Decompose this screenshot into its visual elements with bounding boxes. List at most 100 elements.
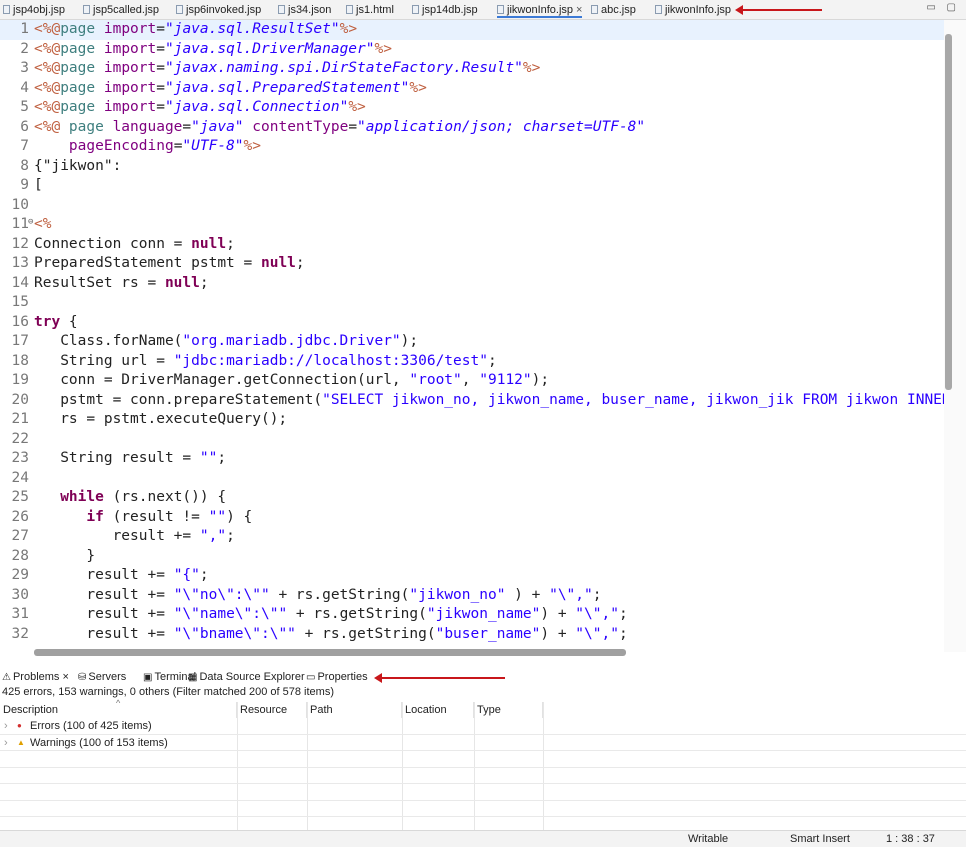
annotation-arrow-views: [374, 673, 505, 683]
file-icon: [278, 5, 285, 14]
column-header[interactable]: Location: [402, 702, 474, 718]
editor-tab[interactable]: jsp6invoked.jsp: [176, 3, 261, 17]
code-line[interactable]: 15: [0, 293, 944, 313]
code-line[interactable]: 30 result += "\"no\":\"" + rs.getString(…: [0, 586, 944, 606]
code-line[interactable]: 28 }: [0, 547, 944, 567]
editor-tab[interactable]: jikwonInfo.jsp: [655, 3, 731, 17]
code-line[interactable]: 12 Connection conn = null;: [0, 235, 944, 255]
line-number: 28: [11, 547, 29, 564]
editor-tab[interactable]: jsp5called.jsp: [83, 3, 159, 17]
editor-tab[interactable]: js1.html: [346, 3, 394, 17]
code-text: ResultSet rs = null;: [34, 274, 209, 294]
editor-tab[interactable]: jikwonInfo.jsp ×: [497, 3, 583, 18]
column-header[interactable]: Path: [307, 702, 402, 718]
code-line[interactable]: 17 Class.forName("org.mariadb.jdbc.Drive…: [0, 332, 944, 352]
table-row[interactable]: › ● Errors (100 of 425 items): [0, 718, 966, 735]
code-line[interactable]: 31 result += "\"name\":\"" + rs.getStrin…: [0, 605, 944, 625]
close-icon[interactable]: ×: [62, 671, 68, 683]
view-tab[interactable]: ⚠ Problems ×: [2, 669, 69, 686]
code-line[interactable]: 24: [0, 469, 944, 489]
code-line[interactable]: 13 PreparedStatement pstmt = null;: [0, 254, 944, 274]
code-line[interactable]: 19 conn = DriverManager.getConnection(ur…: [0, 371, 944, 391]
code-line[interactable]: 3 <%@page import="javax.naming.spi.DirSta…: [0, 59, 944, 79]
line-number: 26: [11, 508, 29, 525]
editor-tab[interactable]: jsp14db.jsp: [412, 3, 478, 17]
code-line[interactable]: 20 pstmt = conn.prepareStatement("SELECT…: [0, 391, 944, 411]
servers-icon: ⛁: [78, 672, 87, 683]
code-line[interactable]: 29 result += "{";: [0, 566, 944, 586]
code-line[interactable]: 22: [0, 430, 944, 450]
file-icon: [591, 5, 598, 14]
code-text: <%@page import="java.sql.PreparedStateme…: [34, 79, 427, 99]
editor-vertical-scrollbar[interactable]: [944, 20, 966, 652]
expand-chevron-icon[interactable]: ›: [4, 718, 8, 734]
code-line[interactable]: 25 while (rs.next()) {: [0, 488, 944, 508]
close-icon[interactable]: ×: [576, 4, 582, 16]
view-tab[interactable]: ▭ Properties: [306, 669, 368, 686]
terminal-icon: ▣: [143, 672, 153, 683]
view-tab[interactable]: ⛁ Servers: [78, 669, 126, 686]
code-line[interactable]: 14 ResultSet rs = null;: [0, 274, 944, 294]
sort-indicator-icon: ^: [116, 698, 121, 708]
code-token: contentType: [252, 118, 349, 135]
code-text: Class.forName("org.mariadb.jdbc.Driver")…: [34, 332, 418, 352]
code-token: <%@: [34, 21, 61, 37]
row-label: Errors (100 of 425 items): [30, 720, 152, 732]
code-line[interactable]: 7 pageEncoding="UTF-8"%>: [0, 137, 944, 157]
editor-horizontal-scrollbar[interactable]: [34, 649, 626, 656]
line-number: 19: [11, 372, 29, 388]
code-line[interactable]: 11 ⊖ <%: [0, 215, 944, 235]
fold-icon[interactable]: ⊖: [28, 213, 33, 233]
code-line[interactable]: 8 {"jikwon":: [0, 157, 944, 177]
line-number: 13: [11, 255, 29, 271]
code-line[interactable]: 5 <%@page import="java.sql.Connection"%>: [0, 98, 944, 118]
code-line[interactable]: 23 String result = "";: [0, 449, 944, 469]
code-line[interactable]: 2 <%@page import="java.sql.DriverManager"…: [0, 40, 944, 60]
code-token: "javax.naming.spi.DirStateFactory.Result…: [164, 60, 523, 76]
code-token: %>: [374, 40, 392, 57]
window-controls[interactable]: ▭ ▢: [926, 2, 960, 13]
tab-label: jikwonInfo.jsp: [507, 4, 574, 16]
code-token: ",": [199, 528, 227, 544]
code-line[interactable]: 10: [0, 196, 944, 216]
code-line[interactable]: 27 result += ",";: [0, 527, 944, 547]
code-line[interactable]: 26 if (result != "") {: [0, 508, 944, 528]
scroll-thumb[interactable]: [945, 34, 952, 390]
editor-tab[interactable]: abc.jsp: [591, 3, 636, 17]
code-token: ) +: [540, 625, 576, 642]
problems-icon: ⚠: [2, 672, 11, 683]
code-line[interactable]: 18 String url = "jdbc:mariadb://localhos…: [0, 352, 944, 372]
code-line[interactable]: 6 <%@ page language="java" contentType="a…: [0, 118, 944, 138]
code-text: String url = "jdbc:mariadb://localhost:3…: [34, 352, 497, 372]
tab-label: jsp6invoked.jsp: [186, 4, 262, 16]
code-line[interactable]: 16 try {: [0, 313, 944, 333]
table-row[interactable]: › ▲ Warnings (100 of 153 items): [0, 735, 966, 751]
code-text: try {: [34, 313, 78, 333]
line-number: 25: [11, 489, 29, 505]
line-number: 24: [11, 469, 29, 486]
code-line[interactable]: 21 rs = pstmt.executeQuery();: [0, 410, 944, 430]
code-token: "java": [191, 118, 244, 135]
editor-tab[interactable]: jsp4obj.jsp: [3, 3, 65, 17]
code-token: import: [103, 40, 157, 57]
code-text: PreparedStatement pstmt = null;: [34, 254, 305, 274]
insert-mode-status: Smart Insert: [790, 833, 850, 845]
code-token: rs = pstmt.executeQuery();: [34, 411, 288, 427]
code-token: + rs.getString(: [287, 606, 427, 622]
code-line[interactable]: 1 <%@page import="java.sql.ResultSet"%>: [0, 20, 944, 40]
code-token: "buser_name": [435, 625, 541, 642]
code-line[interactable]: 4 <%@page import="java.sql.PreparedStatem…: [0, 79, 944, 99]
code-text: result += "{";: [34, 566, 208, 586]
view-tab[interactable]: ▦ Data Source Explorer: [188, 669, 305, 686]
editor-tab[interactable]: js34.json: [278, 3, 331, 17]
code-token: ;: [226, 528, 235, 544]
code-token: (result !=: [103, 508, 209, 525]
code-editor[interactable]: 1 <%@page import="java.sql.ResultSet"%> 2 <…: [0, 20, 944, 652]
line-number: 30: [11, 586, 29, 603]
column-header[interactable]: Resource: [237, 702, 307, 718]
code-token: [: [34, 177, 43, 193]
column-header[interactable]: Type: [474, 702, 543, 718]
code-line[interactable]: 9[: [0, 176, 944, 196]
expand-chevron-icon[interactable]: ›: [4, 735, 8, 751]
code-line[interactable]: 32 result += "\"bname\":\"" + rs.getStri…: [0, 625, 944, 645]
